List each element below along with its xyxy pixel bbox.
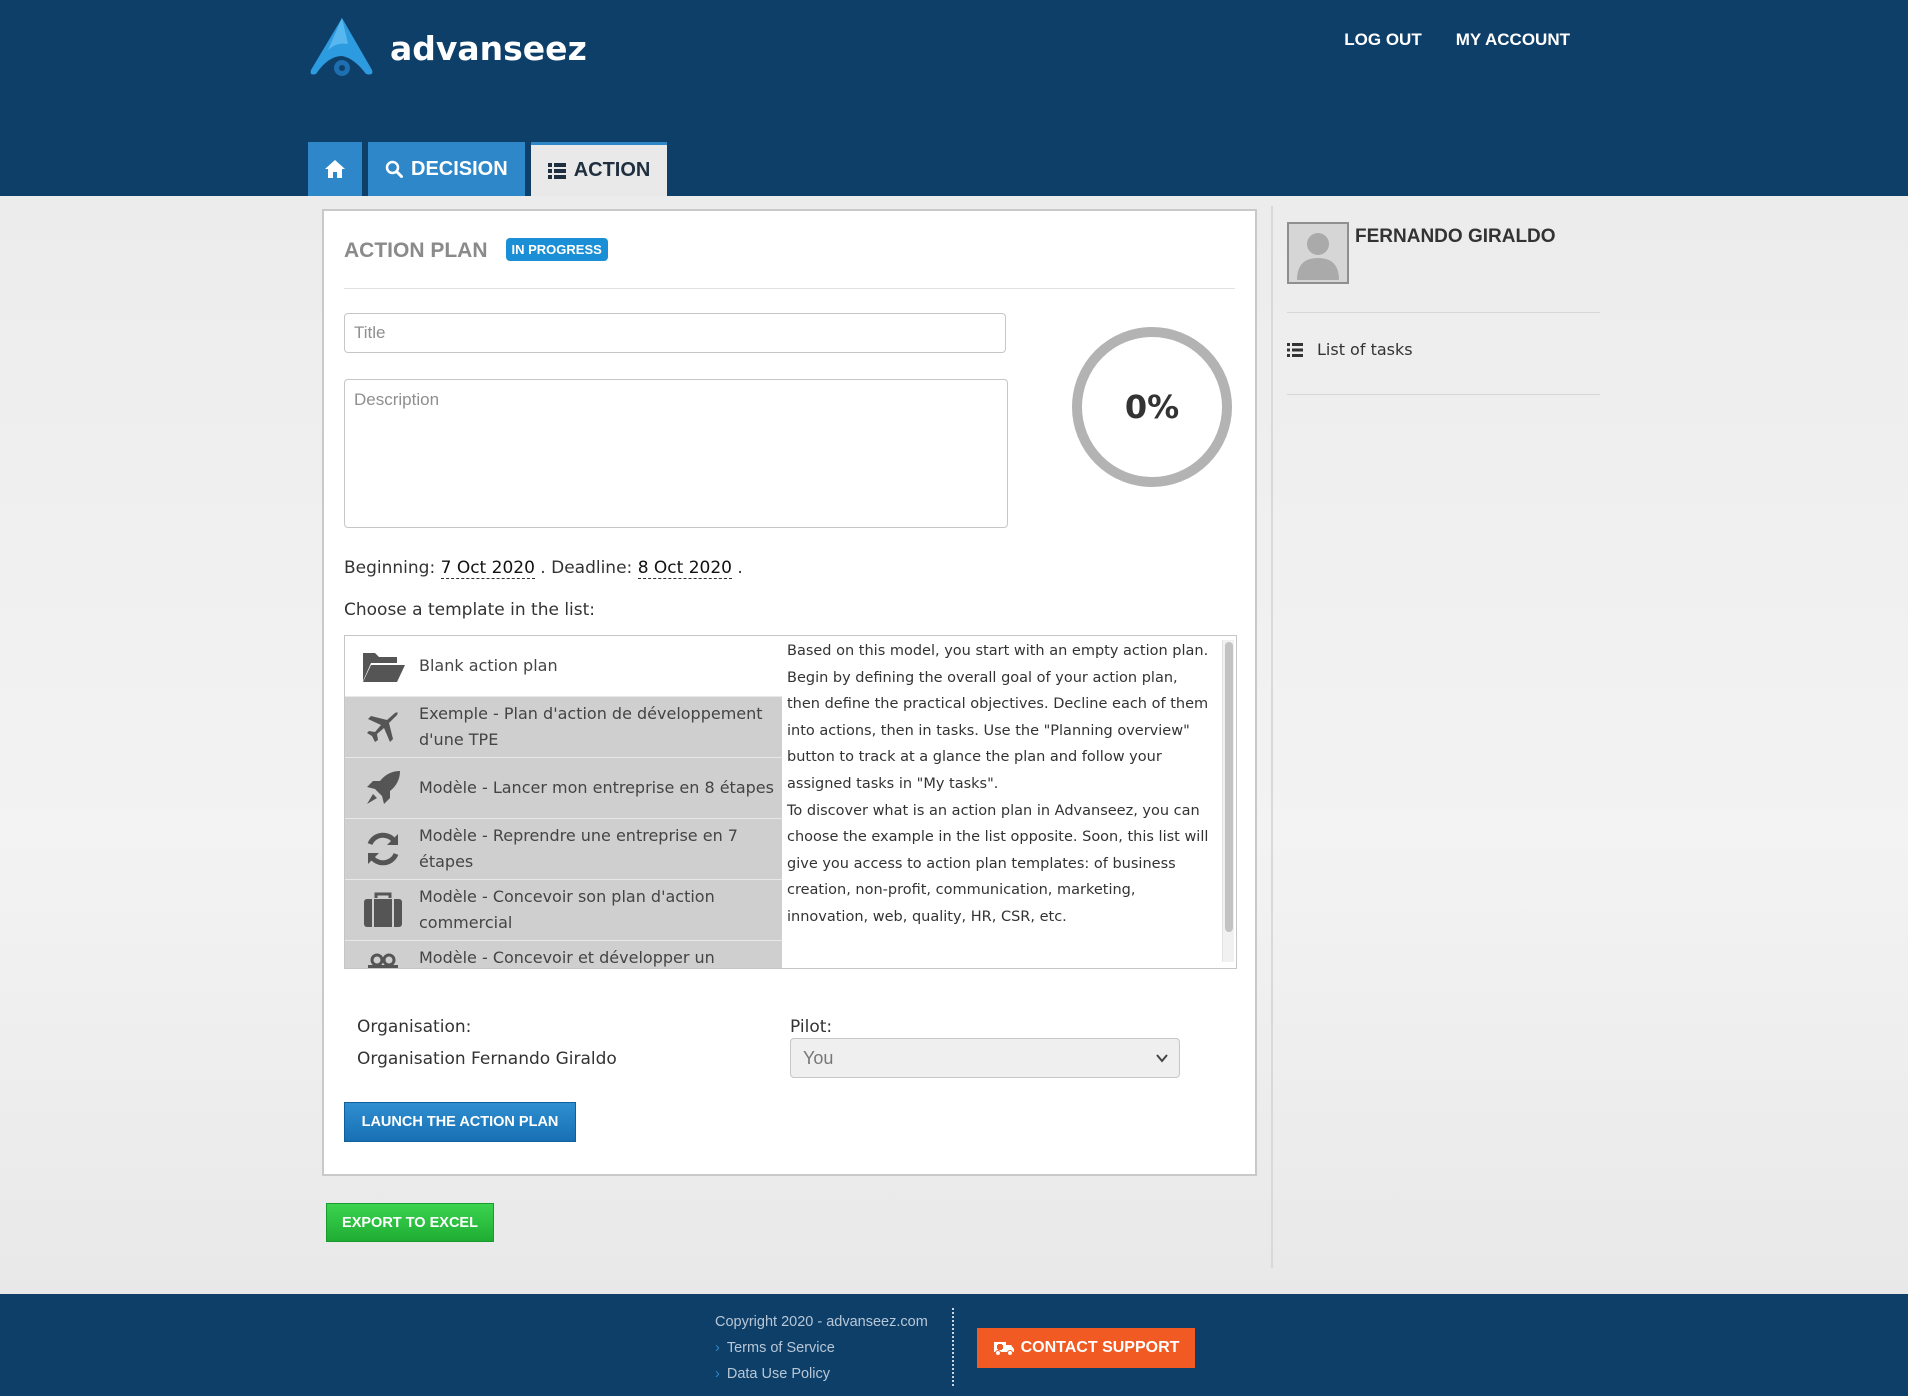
user-avatar-icon [1297,233,1339,280]
pilot-label: Pilot: [790,1017,833,1037]
template-label: Modèle - Reprendre une entreprise en 7 é… [419,826,738,871]
sidebar-divider-line [1287,394,1600,395]
list-icon [1287,342,1303,357]
template-label: Modèle - Lancer mon entreprise en 8 étap… [419,778,774,797]
title-input[interactable] [344,313,1006,353]
tab-decision[interactable]: DECISION [368,142,525,196]
tab-decision-label: DECISION [411,157,508,180]
gift-icon [361,949,405,968]
template-description: Based on this model, you start with an e… [787,638,1217,931]
dates-line: Beginning: 7 Oct 2020 . Deadline: 8 Oct … [344,558,743,579]
deadline-date[interactable]: 8 Oct 2020 [637,558,732,579]
template-label: Blank action plan [419,656,558,675]
pilot-selected-value: You [803,1047,834,1068]
template-item[interactable]: Exemple - Plan d'action de développement… [345,697,782,758]
search-icon [385,160,403,178]
template-description-paragraph: Based on this model, you start with an e… [787,643,1209,792]
launch-action-plan-button[interactable]: LAUNCH THE ACTION PLAN [344,1102,576,1142]
template-item[interactable]: Modèle - Concevoir son plan d'action com… [345,880,782,941]
action-plan-panel: ACTION PLAN IN PROGRESS 0% Beginning: 7 … [322,209,1257,1176]
logo[interactable]: advanseez [308,16,587,80]
list-icon [547,162,566,179]
template-item[interactable]: Modèle - Lancer mon entreprise en 8 étap… [345,758,782,819]
home-icon [325,160,345,178]
tab-action-label: ACTION [573,159,651,181]
header: advanseez LOG OUT MY ACCOUNT DECISION AC… [0,0,1908,196]
my-account-link[interactable]: MY ACCOUNT [1456,30,1570,50]
contact-support-button[interactable]: CONTACT SUPPORT [977,1328,1195,1368]
template-picker: Blank action plan Exemple - Plan d'actio… [344,635,1237,969]
pilot-select[interactable]: You [790,1038,1180,1078]
progress-label: 0% [1124,388,1180,426]
template-label: Exemple - Plan d'action de développement… [419,704,763,749]
folder-open-icon [361,644,405,688]
organisation-value: Organisation Fernando Giraldo [357,1049,617,1069]
rocket-icon [361,766,405,810]
plane-icon [361,705,405,749]
template-description-paragraph: To discover what is an action plan in Ad… [787,802,1209,925]
terms-of-service-label: Terms of Service [726,1340,835,1356]
status-badge: IN PROGRESS [505,238,608,261]
chevron-right-icon: › [715,1366,720,1382]
progress-circle: 0% [1070,325,1234,489]
copyright: Copyright 2020 - advanseez.com [715,1314,928,1330]
sidebar-item-label: List of tasks [1317,340,1413,359]
beginning-label: Beginning: [344,558,436,578]
footer: Copyright 2020 - advanseez.com › Terms of… [0,1294,1908,1396]
chevron-right-icon: › [715,1340,720,1356]
template-item[interactable]: Modèle - Reprendre une entreprise en 7 é… [345,819,782,880]
choose-template-label: Choose a template in the list: [344,600,596,620]
data-use-policy-label: Data Use Policy [726,1366,830,1382]
date-end: . [737,558,743,578]
sidebar-divider-line [1287,312,1600,313]
export-to-excel-button[interactable]: EXPORT TO EXCEL [326,1203,494,1242]
contact-support-label: CONTACT SUPPORT [1020,1339,1180,1356]
panel-header: ACTION PLAN IN PROGRESS [344,237,1235,289]
scrollbar-thumb[interactable] [1225,642,1233,932]
template-label: Modèle - Concevoir et développer un nouv… [419,948,715,967]
logout-link[interactable]: LOG OUT [1344,30,1421,50]
briefcase-icon [361,888,405,932]
template-item[interactable]: Blank action plan [345,636,782,697]
description-textarea[interactable] [344,379,1008,528]
top-links: LOG OUT MY ACCOUNT [1344,30,1570,50]
sidebar-divider [1271,206,1273,1268]
refresh-icon [361,827,405,871]
data-use-policy-link[interactable]: › Data Use Policy [715,1366,830,1382]
terms-of-service-link[interactable]: › Terms of Service [715,1340,835,1356]
chevron-down-icon [1156,1054,1168,1063]
main-nav: DECISION ACTION [308,142,668,196]
tab-home[interactable] [308,142,362,196]
deadline-label: . Deadline: [540,558,633,578]
user-name: FERNANDO GIRALDO [1355,226,1556,247]
beginning-date[interactable]: 7 Oct 2020 [440,558,535,579]
page-title: ACTION PLAN [344,239,488,262]
avatar [1287,222,1349,284]
organisation-label: Organisation: [357,1017,472,1037]
footer-separator [952,1308,954,1386]
advanseez-logo-icon [310,18,373,76]
template-label: Modèle - Concevoir son plan d'action com… [419,887,715,932]
template-list[interactable]: Blank action plan Exemple - Plan d'actio… [345,636,782,968]
sidebar-item-list-of-tasks[interactable]: List of tasks [1287,340,1413,359]
ambulance-icon [993,1342,1014,1356]
description-scrollbar[interactable] [1222,640,1234,962]
tab-action[interactable]: ACTION [530,142,668,196]
template-item[interactable]: Modèle - Concevoir et développer un nouv… [345,941,782,968]
logo-text: advanseez [390,28,587,68]
